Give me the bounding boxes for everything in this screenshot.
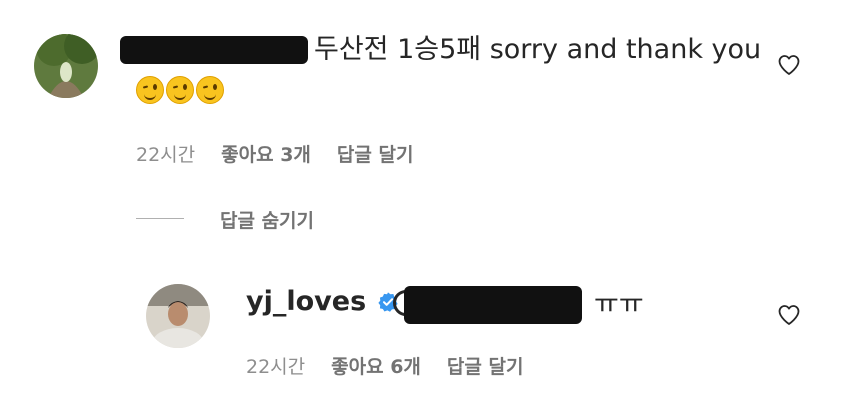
hide-replies-label: 답글 숨기기 — [220, 210, 315, 232]
redacted-username — [120, 36, 308, 64]
hide-replies-line — [136, 218, 184, 219]
redacted-mention — [404, 286, 582, 324]
comment-text: 두산전 1승5패 sorry and thank you — [314, 34, 762, 65]
wink-emoji — [166, 76, 194, 104]
commenter-avatar[interactable] — [34, 34, 98, 98]
comment-time[interactable]: 22시간 — [136, 140, 195, 167]
heart-outline-icon — [778, 305, 800, 325]
reply-text: ㅠㅠ — [594, 289, 644, 320]
comment-reply-button[interactable]: 답글 달기 — [337, 140, 414, 167]
comment-likes[interactable]: 좋아요 3개 — [221, 140, 311, 167]
like-comment-button[interactable] — [777, 53, 801, 81]
wink-emoji — [196, 76, 224, 104]
reply-likes[interactable]: 좋아요 6개 — [331, 352, 421, 379]
reply-avatar[interactable] — [146, 284, 210, 348]
reply-username-row: yj_loves — [246, 286, 399, 317]
like-reply-button[interactable] — [777, 303, 801, 331]
reply-username[interactable]: yj_loves — [246, 286, 366, 317]
comment-emojis — [136, 76, 226, 104]
comment-meta: 22시간 좋아요 3개 답글 달기 — [136, 140, 413, 167]
heart-outline-icon — [778, 55, 800, 75]
reply-meta: 22시간 좋아요 6개 답글 달기 — [246, 352, 523, 379]
hide-replies-button[interactable]: 답글 숨기기 — [220, 206, 314, 233]
reply-reply-button[interactable]: 답글 달기 — [447, 352, 524, 379]
wink-emoji — [136, 76, 164, 104]
reply-time[interactable]: 22시간 — [246, 352, 305, 379]
